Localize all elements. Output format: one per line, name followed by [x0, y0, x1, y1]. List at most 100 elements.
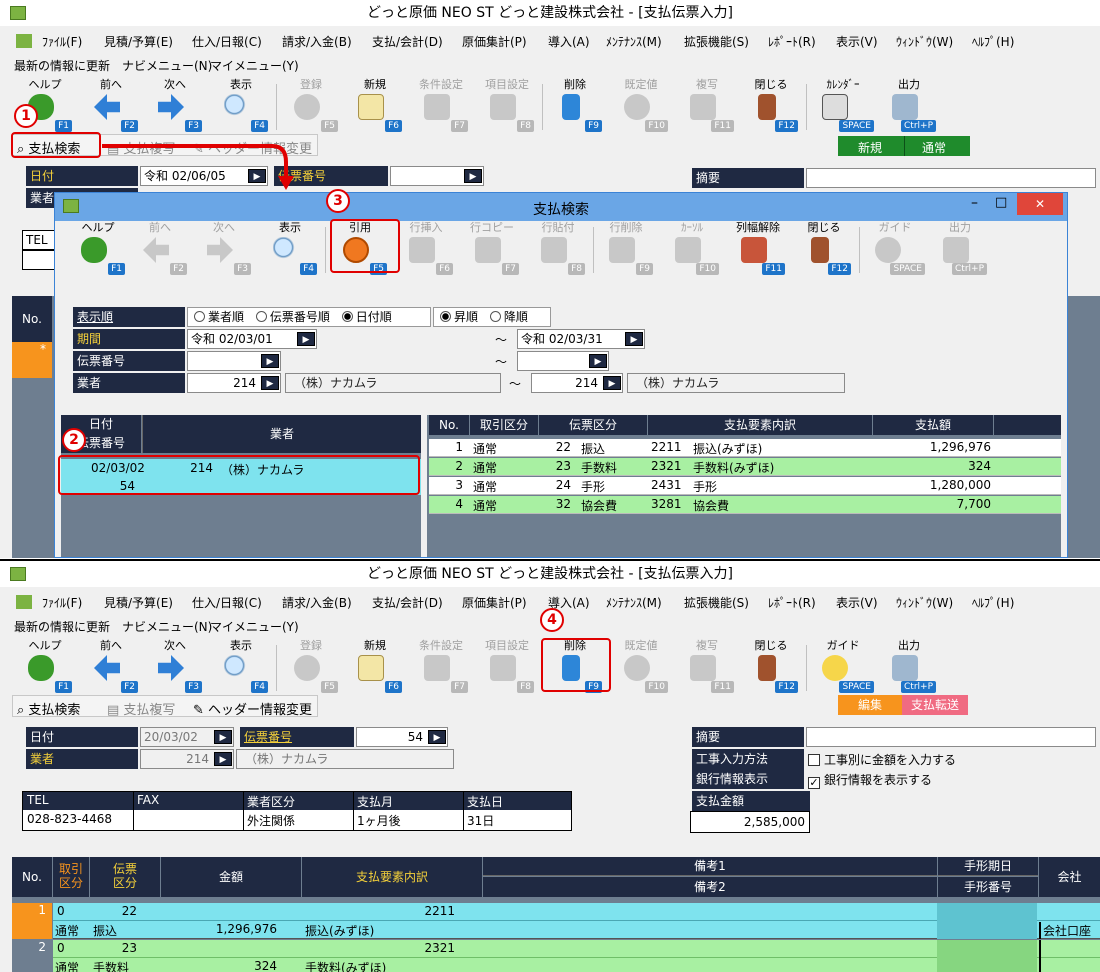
dtb-insert-row-button[interactable]: 行挿入 F6 [397, 221, 455, 277]
btb-items-button[interactable]: 項目設定 F8 [478, 639, 536, 695]
dtb-prev-button[interactable]: 前へ F2 [131, 221, 189, 277]
tb-prev-button[interactable]: 前へ F2 [82, 78, 140, 134]
gyosha-from-picker[interactable]: ▶ [261, 376, 279, 390]
order-desc-radio[interactable]: 降順 [489, 310, 528, 324]
btb-output-button[interactable]: 出力 Ctrl+P [880, 639, 938, 695]
tb-delete-button[interactable]: 削除 F9 [546, 78, 604, 134]
btb-new-button[interactable]: 新規 F6 [346, 639, 404, 695]
my-menu-link[interactable]: マイメニュー(Y) [210, 618, 299, 635]
menu-payment[interactable]: 支払/会計(D) [372, 33, 443, 50]
btb-register-button[interactable]: 登録 F5 [282, 639, 340, 695]
dtb-output-button[interactable]: 出力 Ctrl+P [931, 221, 989, 277]
navi-menu-link[interactable]: ナビメニュー(N) [122, 618, 212, 635]
menu-purchase[interactable]: 仕入/日報(C) [192, 33, 262, 50]
menu-payment[interactable]: 支払/会計(D) [372, 594, 443, 611]
dialog-denpyo-to-picker[interactable]: ▶ [589, 354, 607, 368]
detail-row[interactable]: 1 通常 22 振込 2211 振込(みずほ) 1,296,976 [429, 439, 1061, 457]
dtb-cursor-button[interactable]: ｶｰｿﾙ F10 [663, 221, 721, 277]
sort-by-number-radio[interactable]: 伝票番号順 [255, 310, 330, 324]
period-to-picker[interactable]: ▶ [625, 332, 643, 346]
btb-default-button[interactable]: 既定値 F10 [612, 639, 670, 695]
menu-view[interactable]: 表示(V) [836, 33, 878, 50]
menu-report[interactable]: ﾚﾎﾟｰﾄ(R) [768, 594, 816, 611]
dtb-column-reset-button[interactable]: 列幅解除 F11 [729, 221, 787, 277]
tb-new-button[interactable]: 新規 F6 [346, 78, 404, 134]
menu-extension[interactable]: 拡張機能(S) [684, 33, 749, 50]
menu-maintenance[interactable]: ﾒﾝﾃﾅﾝｽ(M) [606, 33, 662, 50]
grid-row[interactable]: 0 通常 23 手数料 324 2321 手数料(みずほ) [53, 940, 1100, 972]
btb-guide-button[interactable]: ガイド SPACE [810, 639, 876, 695]
date-picker-button[interactable]: ▶ [214, 730, 232, 744]
btb-prev-button[interactable]: 前へ F2 [82, 639, 140, 695]
menu-cost[interactable]: 原価集計(P) [462, 33, 527, 50]
menu-file[interactable]: ﾌｧｲﾙ(F) [42, 33, 82, 50]
tb-copy-button[interactable]: 複写 F11 [678, 78, 736, 134]
dialog-denpyo-from-picker[interactable]: ▶ [261, 354, 279, 368]
grid-row[interactable]: 0 通常 22 振込 1,296,976 2211 振込(みずほ) 会社口座 [53, 903, 1100, 939]
tb-register-button[interactable]: 登録 F5 [282, 78, 340, 134]
period-from-picker[interactable]: ▶ [297, 332, 315, 346]
menu-cost[interactable]: 原価集計(P) [462, 594, 527, 611]
menu-purchase[interactable]: 仕入/日報(C) [192, 594, 262, 611]
denpyo-picker-button[interactable]: ▶ [464, 169, 482, 183]
navi-menu-link[interactable]: ナビメニュー(N) [122, 57, 212, 74]
btb-close-button[interactable]: 閉じる F12 [742, 639, 800, 695]
btb-condition-button[interactable]: 条件設定 F7 [412, 639, 470, 695]
dialog-close-button[interactable]: ✕ [1017, 193, 1063, 215]
menu-billing[interactable]: 請求/入金(B) [282, 594, 352, 611]
detail-row[interactable]: 3 通常 24 手形 2431 手形 1,280,000 [429, 477, 1061, 495]
menu-estimate[interactable]: 見積/予算(E) [104, 594, 173, 611]
tb-close-button[interactable]: 閉じる F12 [742, 78, 800, 134]
header-change-button[interactable]: ✎ ヘッダー情報変更 [193, 699, 312, 718]
menu-help[interactable]: ﾍﾙﾌﾟ(H) [972, 594, 1014, 611]
payment-copy-button[interactable]: ▤ 支払複写 [107, 699, 175, 718]
tb-calendar-button[interactable]: ｶﾚﾝﾀﾞｰ SPACE [810, 78, 876, 134]
dtb-delete-row-button[interactable]: 行削除 F9 [597, 221, 655, 277]
menu-setup[interactable]: 導入(A) [548, 33, 590, 50]
btb-help-button[interactable]: ヘルプ F1 [16, 639, 74, 695]
dtb-next-button[interactable]: 次へ F3 [195, 221, 253, 277]
sort-by-vendor-radio[interactable]: 業者順 [194, 310, 244, 324]
btb-view-button[interactable]: 表示 F4 [212, 639, 270, 695]
menu-help[interactable]: ﾍﾙﾌﾟ(H) [972, 33, 1014, 50]
denpyo-picker-button[interactable]: ▶ [428, 730, 446, 744]
dtb-view-button[interactable]: 表示 F4 [261, 221, 319, 277]
detail-row[interactable]: 4 通常 32 協会費 3281 協会費 7,700 [429, 496, 1061, 514]
bank-checkbox[interactable]: ✓ 銀行情報を表示する [808, 771, 932, 789]
menu-window[interactable]: ｳｨﾝﾄﾞｳ(W) [896, 33, 953, 50]
tb-items-button[interactable]: 項目設定 F8 [478, 78, 536, 134]
dtb-help-button[interactable]: ヘルプ F1 [69, 221, 127, 277]
dtb-copy-row-button[interactable]: 行コピー F7 [463, 221, 521, 277]
menu-window[interactable]: ｳｨﾝﾄﾞｳ(W) [896, 594, 953, 611]
btb-copy-button[interactable]: 複写 F11 [678, 639, 736, 695]
order-asc-radio[interactable]: 昇順 [440, 310, 478, 324]
tb-default-button[interactable]: 既定値 F10 [612, 78, 670, 134]
tb-view-button[interactable]: 表示 F4 [212, 78, 270, 134]
koji-checkbox[interactable]: 工事別に金額を入力する [808, 751, 956, 768]
dtb-paste-row-button[interactable]: 行貼付 F8 [529, 221, 587, 277]
dtb-close-button[interactable]: 閉じる F12 [795, 221, 853, 277]
maximize-button[interactable]: □ [995, 195, 1007, 210]
gyosha-to-picker[interactable]: ▶ [603, 376, 621, 390]
btb-next-button[interactable]: 次へ F3 [146, 639, 204, 695]
tb-next-button[interactable]: 次へ F3 [146, 78, 204, 134]
menu-extension[interactable]: 拡張機能(S) [684, 594, 749, 611]
tb-condition-button[interactable]: 条件設定 F7 [412, 78, 470, 134]
menu-maintenance[interactable]: ﾒﾝﾃﾅﾝｽ(M) [606, 594, 662, 611]
menu-view[interactable]: 表示(V) [836, 594, 878, 611]
my-menu-link[interactable]: マイメニュー(Y) [210, 57, 299, 74]
menu-report[interactable]: ﾚﾎﾟｰﾄ(R) [768, 33, 816, 50]
payment-search-button[interactable]: ⌕ 支払検索 [17, 699, 80, 718]
refresh-link[interactable]: 最新の情報に更新 [14, 618, 110, 635]
detail-row[interactable]: 2 通常 23 手数料 2321 手数料(みずほ) 324 [429, 458, 1061, 476]
refresh-link[interactable]: 最新の情報に更新 [14, 57, 110, 74]
tekiyo-field[interactable] [806, 168, 1096, 188]
minimize-button[interactable]: – [971, 195, 978, 211]
tb-output-button[interactable]: 出力 Ctrl+P [880, 78, 938, 134]
menu-estimate[interactable]: 見積/予算(E) [104, 33, 173, 50]
dtb-guide-button[interactable]: ガイド SPACE [863, 221, 927, 277]
menu-file[interactable]: ﾌｧｲﾙ(F) [42, 594, 82, 611]
tekiyo-field[interactable] [806, 727, 1096, 747]
sort-by-date-radio[interactable]: 日付順 [341, 310, 392, 324]
menu-billing[interactable]: 請求/入金(B) [282, 33, 352, 50]
